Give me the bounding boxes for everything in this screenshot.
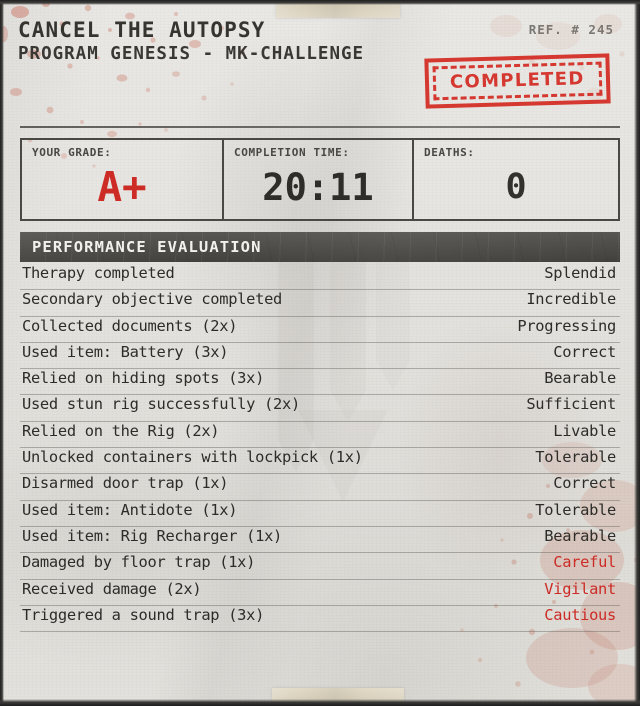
performance-evaluation-bar: PERFORMANCE EVALUATION [20, 232, 620, 262]
evaluation-row: Collected documents (2x) Progressing [20, 317, 620, 343]
completed-stamp-inner: COMPLETED [432, 61, 603, 101]
evaluation-row-label: Collected documents (2x) [22, 316, 238, 335]
evaluation-row-label: Damaged by floor trap (1x) [22, 553, 256, 572]
evaluation-row-label: Relied on the Rig (2x) [22, 421, 220, 440]
evaluation-row: Relied on the Rig (2x) Livable [20, 421, 620, 449]
evaluation-row-value: Livable [553, 421, 616, 440]
header: CANCEL THE AUTOPSY PROGRAM GENESIS - MK-… [18, 0, 622, 126]
evaluation-row: Triggered a sound trap (3x) Cautious [20, 605, 620, 633]
stats-row: YOUR GRADE: A+ COMPLETION TIME: 20:11 DE… [20, 138, 620, 221]
evaluation-row: Used stun rig successfully (2x) Sufficien… [20, 395, 620, 422]
stat-grade: YOUR GRADE: A+ [22, 140, 222, 219]
evaluation-row-value: Correct [553, 474, 616, 493]
evaluation-row-label: Received damage (2x) [22, 579, 202, 598]
evaluation-row-value: Cautious [544, 605, 616, 624]
evaluation-row-value: Progressing [517, 316, 616, 335]
deaths-value: 0 [505, 166, 527, 207]
evaluation-list: Therapy completed Splendid Secondary objec… [20, 262, 620, 633]
completed-stamp: COMPLETED [424, 53, 611, 109]
evaluation-row-label: Therapy completed [22, 264, 175, 282]
stat-completion-time: COMPLETION TIME: 20:11 [222, 140, 412, 219]
evaluation-row-value: Splendid [544, 264, 616, 282]
header-divider [20, 126, 620, 128]
evaluation-row: Secondary objective completed Incredible [20, 290, 620, 317]
evaluation-row: Used item: Rig Recharger (1x) Bearable [20, 526, 620, 554]
evaluation-row-label: Used stun rig successfully (2x) [22, 395, 300, 414]
evaluation-row: Unlocked containers with lockpick (1x) To… [20, 448, 620, 475]
evaluation-row-label: Secondary objective completed [22, 290, 283, 309]
evaluation-row: Used item: Battery (3x) Correct [20, 342, 620, 370]
evaluation-row-value: Bearable [544, 369, 616, 388]
completed-stamp-label: COMPLETED [450, 68, 586, 93]
performance-evaluation-title: PERFORMANCE EVALUATION [32, 238, 262, 256]
completion-time-value: 20:11 [262, 165, 374, 209]
evaluation-row: Disarmed door trap (1x) Correct [20, 474, 620, 501]
evaluation-row-label: Used item: Battery (3x) [22, 342, 229, 361]
evaluation-row: Received damage (2x) Vigilant [20, 580, 620, 606]
evaluation-row-label: Triggered a sound trap (3x) [22, 605, 265, 624]
evaluation-row-label: Disarmed door trap (1x) [22, 474, 229, 493]
evaluation-row-label: Used item: Antidote (1x) [22, 500, 238, 519]
evaluation-row-value: Sufficient [526, 395, 616, 414]
evaluation-row-value: Tolerable [535, 448, 616, 467]
grade-value: A+ [97, 162, 147, 211]
evaluation-row-value: Correct [553, 342, 616, 361]
evaluation-row-label: Unlocked containers with lockpick (1x) [22, 448, 363, 467]
evaluation-row-label: Relied on hiding spots (3x) [22, 369, 265, 388]
evaluation-row-value: Vigilant [544, 579, 616, 598]
evaluation-row: Damaged by floor trap (1x) Careful [20, 553, 620, 580]
results-content: CANCEL THE AUTOPSY PROGRAM GENESIS - MK-… [0, 0, 640, 706]
evaluation-row-value: Incredible [526, 290, 616, 309]
evaluation-row-label: Used item: Rig Recharger (1x) [22, 526, 283, 545]
completion-time-label: COMPLETION TIME: [234, 146, 350, 159]
grade-label: YOUR GRADE: [32, 146, 112, 159]
reference-number: REF. # 245 [528, 22, 614, 37]
evaluation-row: Therapy completed Splendid [20, 264, 620, 291]
evaluation-row-value: Careful [553, 553, 616, 572]
evaluation-row: Used item: Antidote (1x) Tolerable [20, 501, 620, 527]
evaluation-row: Relied on hiding spots (3x) Bearable [20, 369, 620, 396]
stat-deaths: DEATHS: 0 [412, 140, 618, 219]
deaths-label: DEATHS: [424, 146, 475, 159]
results-paper-sheet: CANCEL THE AUTOPSY PROGRAM GENESIS - MK-… [0, 0, 640, 706]
evaluation-row-value: Tolerable [535, 500, 616, 519]
evaluation-row-value: Bearable [544, 526, 616, 545]
